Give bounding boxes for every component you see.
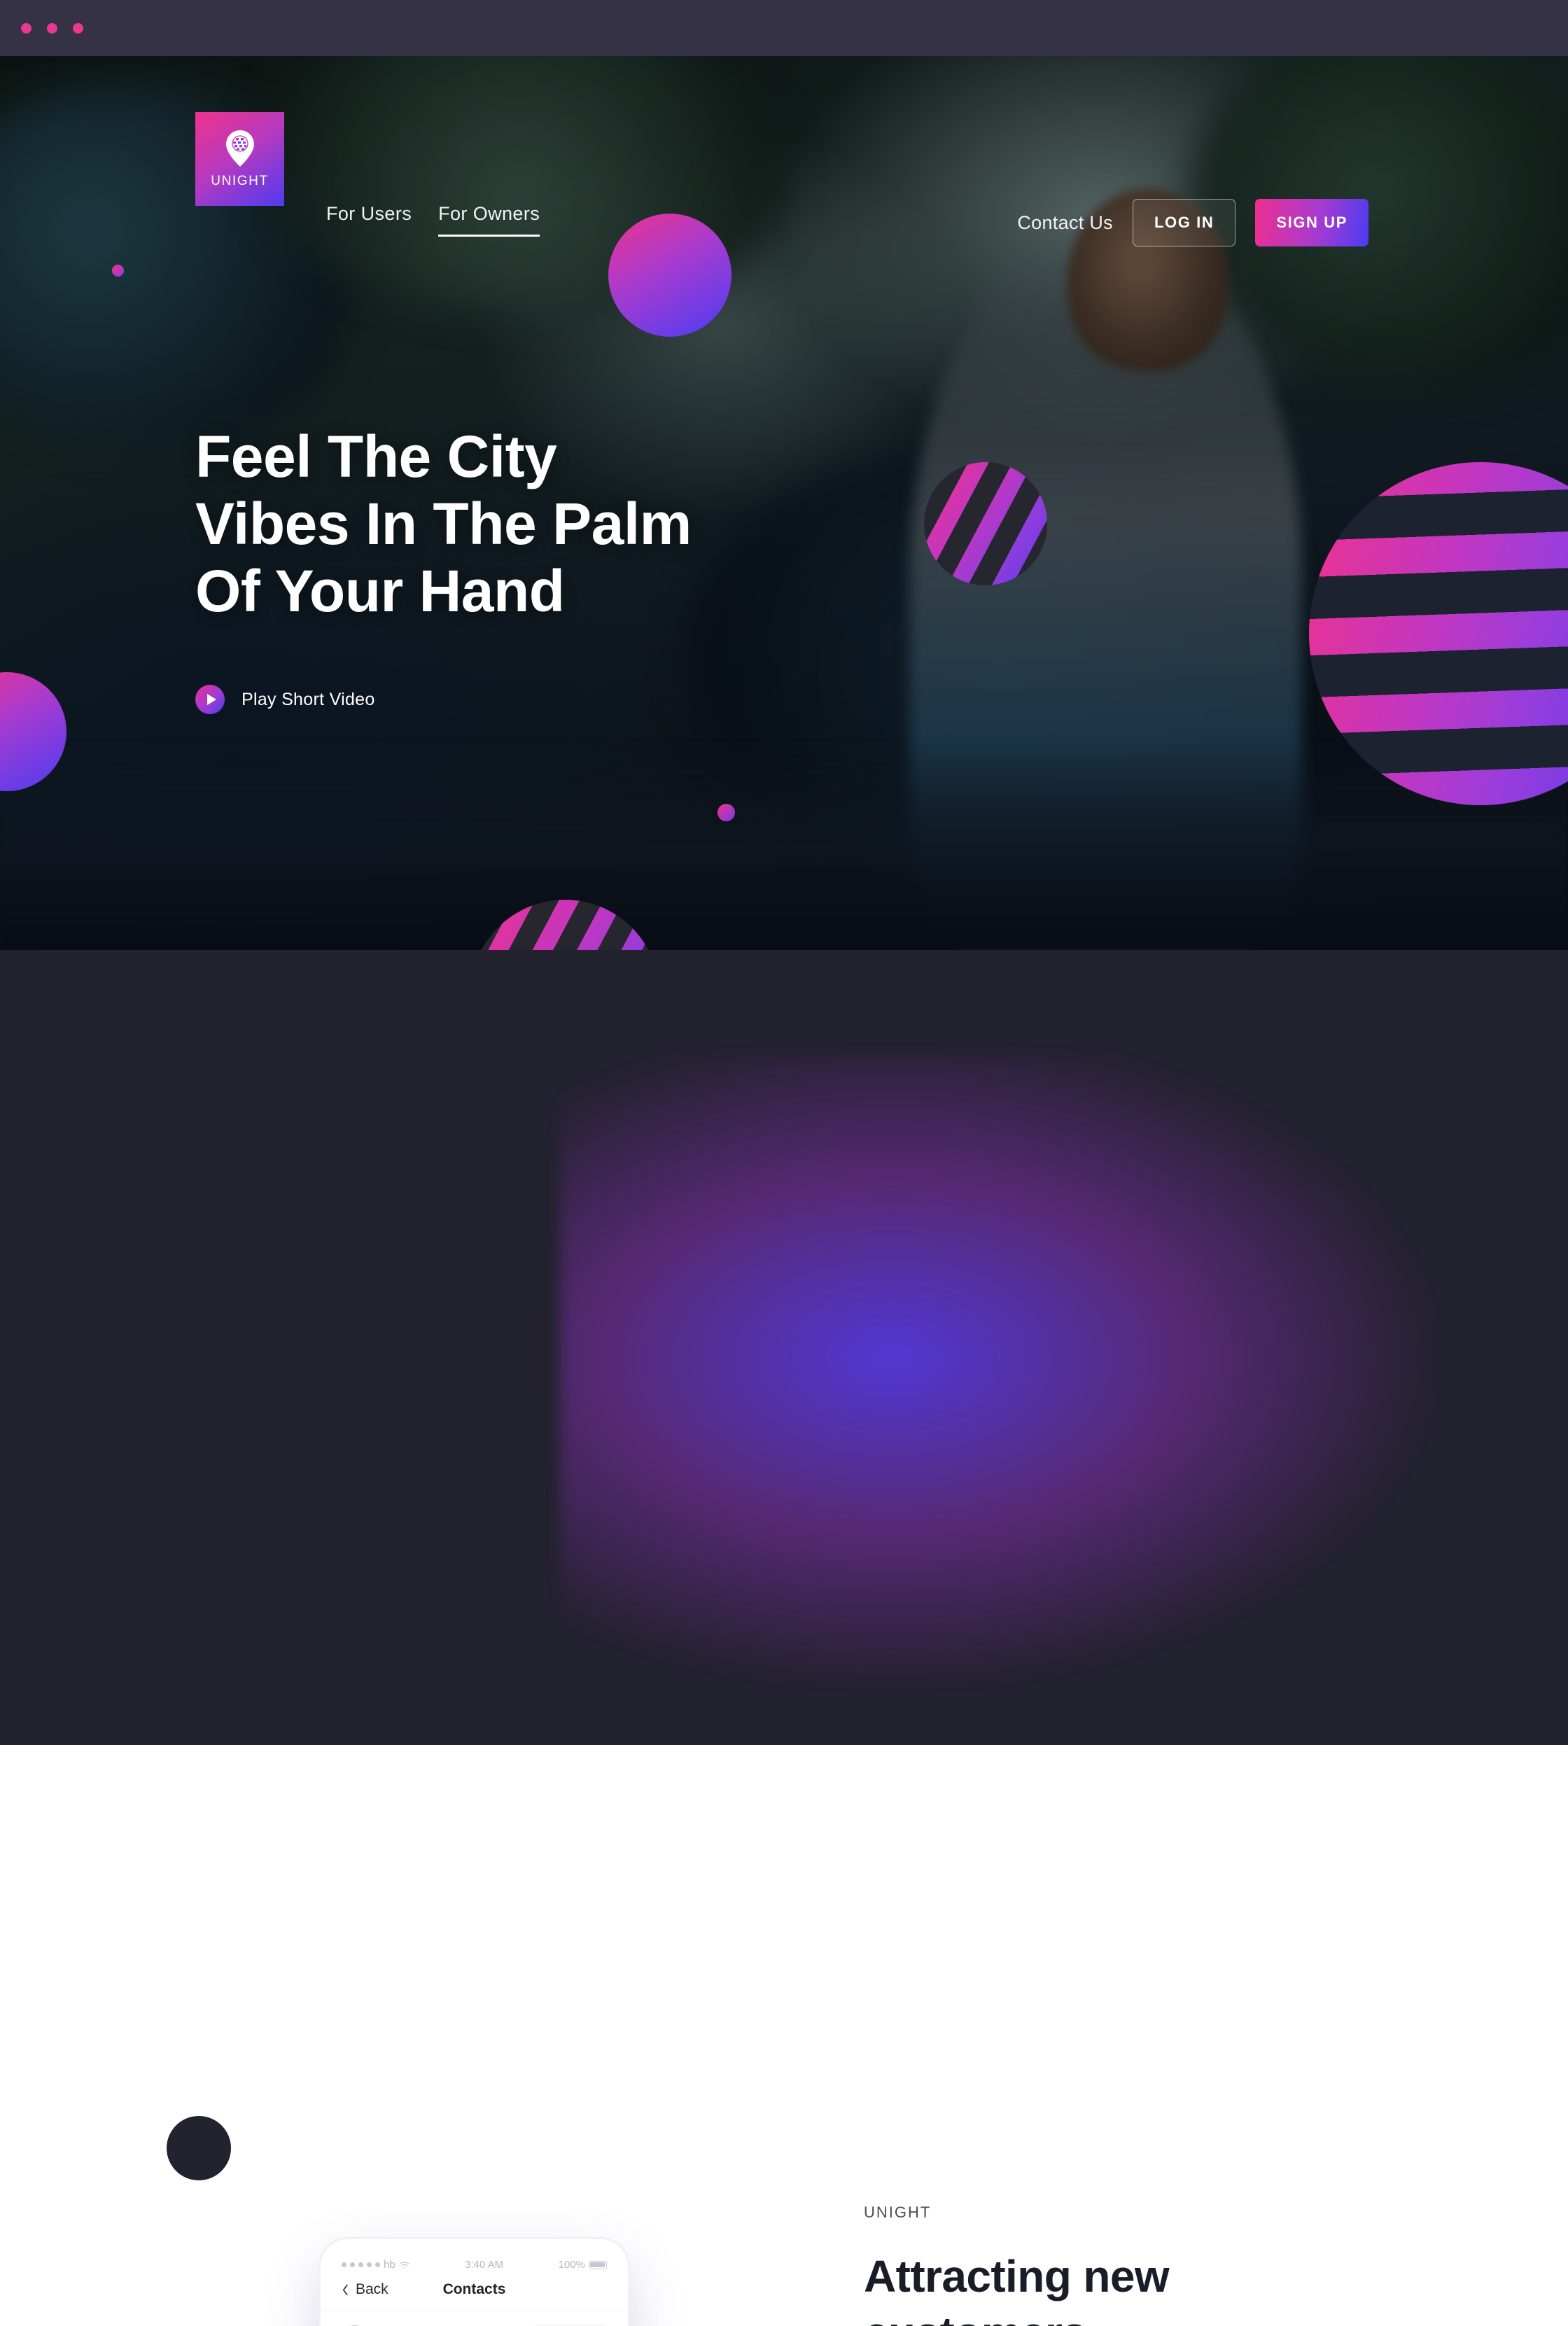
attracting-copy: UNIGHT Attracting new customers Unight a… (864, 2203, 1298, 2326)
decorative-circle-dark (167, 2116, 231, 2180)
back-label: Back (356, 2281, 388, 2298)
corporate-glow (560, 1055, 1435, 1685)
play-icon (195, 685, 225, 714)
phone-nav-bar: Back Contacts (321, 2277, 628, 2311)
decorative-ball-striped-mid (924, 462, 1047, 585)
attracting-title-line-2: customers (864, 2305, 1298, 2326)
browser-chrome-bar (0, 0, 1568, 56)
hero-copy: Feel The City Vibes In The Palm Of Your … (195, 424, 692, 714)
logo[interactable]: UNIGHT (195, 112, 284, 206)
corporate-section: UNIGHT Corporate use UNIGH (0, 950, 1568, 1745)
hero-title-line-3: Of Your Hand (195, 558, 692, 625)
play-short-video-button[interactable]: Play Short Video (195, 685, 692, 714)
decorative-dot-b (718, 804, 735, 821)
nav-link-for-users[interactable]: For Users (326, 203, 412, 235)
logo-wordmark: UNIGHT (211, 174, 268, 189)
nav-link-for-owners[interactable]: For Owners (438, 203, 540, 237)
wifi-icon (399, 2261, 410, 2269)
signal-indicator: hb (342, 2259, 410, 2271)
hero-title-line-2: Vibes In The Palm (195, 491, 692, 558)
decorative-dot-a (112, 265, 124, 277)
login-button[interactable]: LOG IN (1133, 199, 1236, 246)
landing-page: UNIGHT For Users For Owners Contact Us L… (0, 0, 1568, 2326)
hero-title-line-1: Feel The City (195, 424, 692, 491)
window-close-dot[interactable] (21, 23, 31, 34)
main-navigation: UNIGHT For Users For Owners Contact Us L… (0, 112, 1568, 203)
pin-logo-icon (223, 129, 257, 168)
attracting-eyebrow: UNIGHT (864, 2203, 1298, 2222)
hero-section: UNIGHT For Users For Owners Contact Us L… (0, 56, 1568, 950)
signup-button[interactable]: SIGN UP (1255, 199, 1368, 246)
window-maximize-dot[interactable] (73, 23, 83, 34)
decorative-ball-solid-top (608, 214, 732, 337)
play-label: Play Short Video (241, 690, 375, 710)
attracting-title-line-1: Attracting new (864, 2248, 1298, 2305)
window-minimize-dot[interactable] (47, 23, 57, 34)
carrier-label: hb (384, 2259, 396, 2271)
nav-links: For Users For Owners (326, 203, 540, 237)
back-button[interactable]: Back (342, 2281, 388, 2298)
chevron-left-icon (342, 2283, 349, 2297)
phone-status-bar: hb 3:40 AM 100% (321, 2239, 628, 2277)
phone-time: 3:40 AM (465, 2259, 503, 2271)
attracting-title: Attracting new customers (864, 2248, 1298, 2326)
contacts-phone-mockup: hb 3:40 AM 100% Back Contacts Joshua Hen… (318, 2237, 630, 2326)
battery-percent: 100% (559, 2259, 585, 2271)
nav-actions: Contact Us LOG IN SIGN UP (1017, 199, 1368, 246)
hero-title: Feel The City Vibes In The Palm Of Your … (195, 424, 692, 625)
contact-row[interactable]: Joshua Henry +INVITED (321, 2311, 628, 2326)
battery-indicator: 100% (559, 2259, 607, 2271)
contact-us-link[interactable]: Contact Us (1017, 212, 1113, 234)
hero-photo-foreground (0, 740, 1568, 950)
attracting-section: hb 3:40 AM 100% Back Contacts Joshua Hen… (0, 1745, 1568, 2326)
